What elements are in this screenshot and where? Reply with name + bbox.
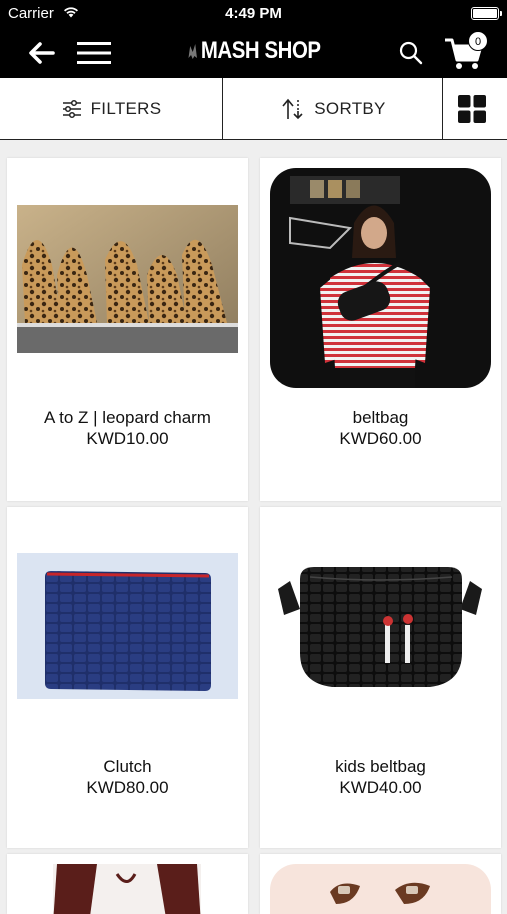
filter-sort-toolbar: FILTERS SORTBY — [0, 78, 507, 140]
sort-by-button[interactable]: SORTBY — [224, 78, 443, 139]
product-price: KWD40.00 — [339, 778, 422, 797]
search-icon[interactable] — [398, 40, 424, 66]
product-card[interactable] — [7, 854, 248, 914]
product-image[interactable] — [270, 553, 491, 699]
grid-view-icon — [457, 94, 486, 123]
product-name[interactable]: beltbag — [260, 408, 501, 428]
product-image[interactable] — [270, 864, 491, 914]
sort-by-label: SORTBY — [314, 98, 386, 118]
filter-sliders-icon — [62, 99, 81, 118]
product-grid: A to Z | leopard charm KWD10.00 beltbag … — [0, 141, 507, 914]
grid-view-toggle[interactable] — [444, 78, 507, 139]
product-name[interactable]: kids beltbag — [260, 757, 501, 777]
product-image[interactable] — [17, 864, 238, 914]
product-price: KWD10.00 — [86, 429, 169, 448]
filters-label: FILTERS — [90, 98, 162, 118]
sort-arrows-icon — [282, 98, 303, 119]
header-bar: MASH SHOP — [0, 28, 507, 78]
status-time: 4:49 PM — [225, 5, 282, 22]
product-name[interactable]: A to Z | leopard charm — [7, 408, 248, 428]
product-image[interactable] — [270, 168, 491, 388]
filters-button[interactable]: FILTERS — [0, 78, 223, 139]
product-name[interactable]: Clutch — [7, 757, 248, 777]
status-bar: Carrier 4:49 PM — [0, 0, 507, 28]
product-image[interactable] — [17, 553, 238, 699]
cart-count-badge: 0 — [468, 31, 488, 51]
product-card[interactable]: kids beltbag KWD40.00 — [260, 507, 501, 848]
product-price: KWD80.00 — [86, 778, 169, 797]
product-card[interactable]: A to Z | leopard charm KWD10.00 — [7, 158, 248, 501]
product-price: KWD60.00 — [339, 429, 422, 448]
brand-mark-icon — [188, 44, 197, 59]
product-card[interactable] — [260, 854, 501, 914]
battery-icon — [471, 7, 502, 20]
product-card[interactable]: Clutch KWD80.00 — [7, 507, 248, 848]
product-card[interactable]: beltbag KWD60.00 — [260, 158, 501, 501]
brand-name: MASH SHOP — [200, 37, 321, 64]
product-image[interactable] — [17, 205, 238, 353]
